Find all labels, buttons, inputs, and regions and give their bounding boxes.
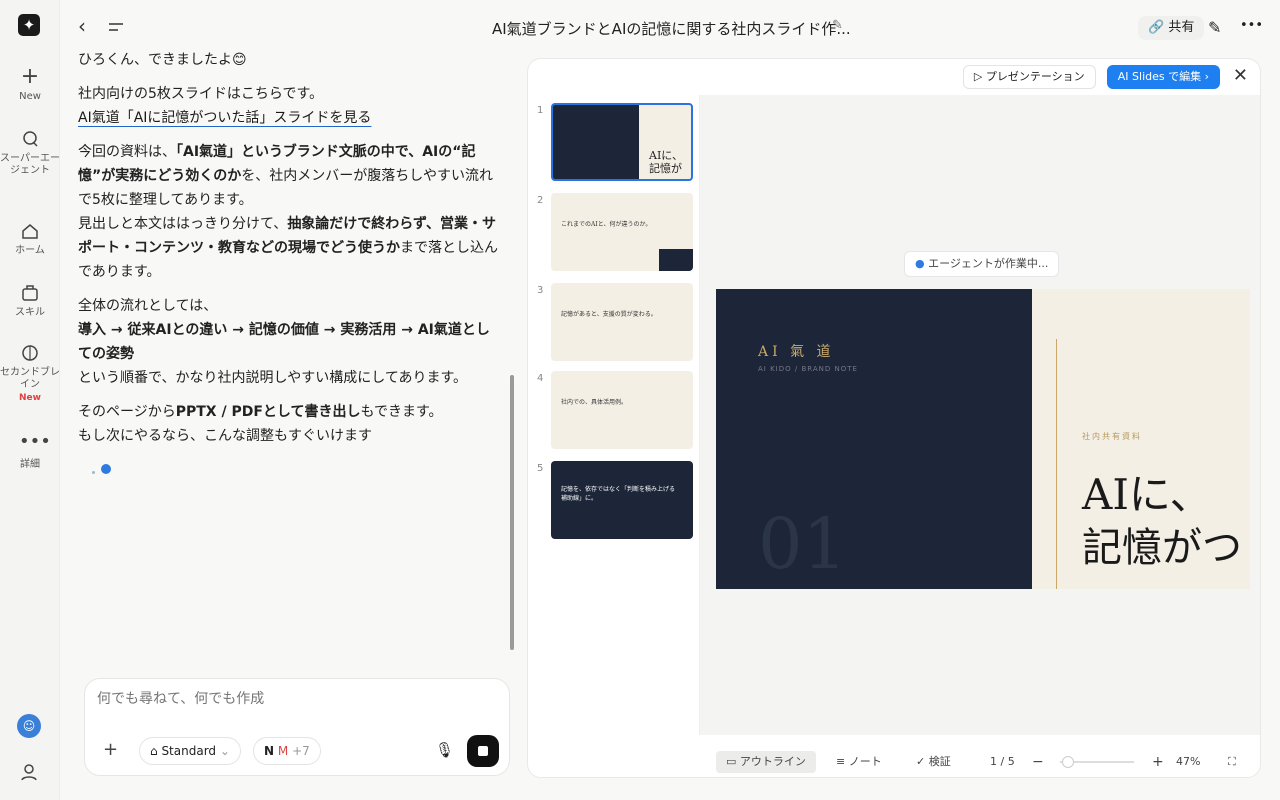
typing-indicator	[92, 458, 502, 482]
message-text: 今回の資料は、「AI氣道」というブランド文脈の中で、AIの“記憶”が実務にどう効…	[78, 144, 494, 208]
zoom-in-button[interactable]: +	[1152, 751, 1164, 773]
slide-controls: ▭ アウトライン ≡ ノート ✓ 検証 1 / 5 − + 47% ⛶	[528, 745, 1260, 777]
sidebar-item-second-brain[interactable]: セカンドブレイン New	[0, 342, 60, 403]
message-text: 全体の流れとしては、 導入 → 従来AIとの違い → 記憶の価値 → 実務活用 →…	[78, 298, 490, 386]
app-logo[interactable]: ✦	[18, 14, 40, 36]
verify-toggle[interactable]: ✓ 検証	[916, 751, 951, 773]
sidebar-item-home[interactable]: ホーム	[0, 220, 60, 257]
thumbnail-1[interactable]: AIに、記憶が	[551, 103, 693, 181]
back-icon[interactable]: ‹	[78, 14, 86, 38]
thumbnail-list: 1 AIに、記憶が 2 これまでのAIと、何が違うのか。 3 記憶があると、支援…	[528, 95, 700, 735]
message-input[interactable]	[97, 691, 487, 707]
thumbnail-3[interactable]: 記憶があると、支援の質が変わる。	[551, 283, 693, 361]
sidebar-item-details[interactable]: ••• 詳細	[0, 431, 60, 471]
message-text: 見出しと本文ははっきり分けて、抽象論だけで終わらず、営業・サポート・コンテンツ・…	[78, 216, 498, 280]
sidebar-item-new[interactable]: + New	[0, 66, 60, 103]
sidebar-item-super-agent[interactable]: スーパーエージェント	[0, 128, 60, 177]
brain-icon	[19, 342, 41, 364]
plus-icon: +	[20, 64, 40, 89]
slides-panel: ▷ プレゼンテーション AI Slides で編集 › ✕ 1 AIに、記憶が …	[527, 58, 1261, 778]
thumbnail-2[interactable]: これまでのAIと、何が違うのか。	[551, 193, 693, 271]
agent-icon	[19, 128, 41, 150]
message-text: そのページからPPTX / PDFとして書き出しもできます。 もし次にやるなら、こ…	[78, 404, 443, 444]
status-dot-icon: ●	[915, 257, 929, 270]
outline-toggle[interactable]: ▭ アウトライン	[716, 751, 816, 773]
share-button[interactable]: 🔗 共有	[1138, 16, 1205, 40]
sidebar: ✦ + New スーパーエージェント ホーム スキル セカンドブレイン New …	[0, 0, 60, 800]
microphone-icon[interactable]: 🎙	[435, 741, 454, 759]
notes-icon: ≡	[836, 755, 849, 768]
page-indicator: 1 / 5	[990, 755, 1015, 768]
slide-stage: ● エージェントが作業中... AI 氣 道 AI KIDO / BRAND N…	[700, 95, 1260, 735]
attach-button[interactable]: +	[103, 739, 118, 760]
notes-toggle[interactable]: ≡ ノート	[836, 751, 882, 773]
stop-button[interactable]	[467, 735, 499, 767]
zoom-handle[interactable]	[1062, 756, 1074, 768]
outline-icon: ▭	[726, 755, 740, 768]
composer: + ⌂ Standard ⌄ N M +7 🎙	[84, 678, 510, 776]
thumbnail-5[interactable]: 記憶を、依存ではなく「判断を積み上げる補助線」に。	[551, 461, 693, 539]
new-note-icon[interactable]: ✎	[1208, 18, 1221, 37]
avatar[interactable]: ☺	[17, 714, 41, 738]
play-icon: ▷	[973, 70, 986, 83]
message-partial: ひろくん、できましたよ😊	[78, 52, 247, 68]
check-icon: ✓	[916, 755, 929, 768]
more-options-icon[interactable]: •••	[1240, 18, 1263, 33]
zoom-level: 47%	[1176, 755, 1201, 768]
mode-icon: ⌂	[150, 744, 162, 758]
edit-title-icon[interactable]: ✎	[832, 18, 843, 33]
user-icon[interactable]	[19, 762, 39, 782]
integrations-button[interactable]: N M +7	[253, 737, 321, 765]
link-icon: 🔗	[1148, 20, 1169, 35]
home-icon	[19, 220, 41, 242]
thumbnail-4[interactable]: 社内での、具体活用例。	[551, 371, 693, 449]
page-title[interactable]: AI氣道ブランドとAIの記憶に関する社内スライド作...	[492, 18, 851, 39]
mode-select[interactable]: ⌂ Standard ⌄	[139, 737, 241, 765]
present-button[interactable]: ▷ プレゼンテーション	[962, 65, 1096, 89]
close-icon[interactable]: ✕	[1233, 65, 1248, 86]
menu-icon[interactable]	[108, 18, 124, 37]
chat-scrollbar[interactable]	[510, 375, 514, 650]
notion-icon: N	[264, 744, 275, 758]
agent-status: ● エージェントが作業中...	[904, 251, 1060, 277]
more-icon: •••	[19, 431, 51, 452]
message-text: 社内向けの5枚スライドはこちらです。	[78, 86, 324, 102]
slides-link[interactable]: AI氣道「AIに記憶がついた話」スライドを見る	[78, 110, 371, 126]
skill-icon	[19, 282, 41, 304]
chevron-down-icon: ⌄	[216, 744, 230, 758]
sidebar-item-skills[interactable]: スキル	[0, 282, 60, 319]
gmail-icon: M	[277, 744, 289, 758]
chat-thread: ひろくん、できましたよ😊 社内向けの5枚スライドはこちらです。 AI氣道「AIに…	[60, 40, 520, 680]
stop-icon	[478, 746, 488, 756]
zoom-slider[interactable]	[1060, 756, 1134, 768]
zoom-out-button[interactable]: −	[1032, 751, 1044, 773]
edit-in-slides-button[interactable]: AI Slides で編集 ›	[1106, 65, 1220, 89]
fit-screen-icon[interactable]: ⛶	[1228, 751, 1236, 773]
panel-toolbar: ▷ プレゼンテーション AI Slides で編集 ›	[962, 65, 1220, 89]
slide-preview[interactable]: AI 氣 道 AI KIDO / BRAND NOTE 01 社内共有資料 AI…	[716, 289, 1250, 589]
